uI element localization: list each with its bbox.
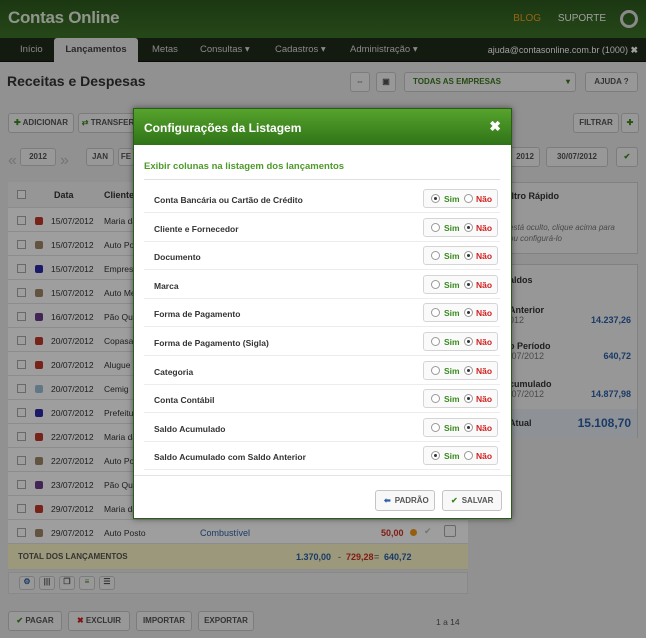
- radio-nao[interactable]: [464, 451, 473, 461]
- arrow-left-icon: ⬅: [384, 496, 391, 505]
- radio-nao[interactable]: [464, 365, 473, 375]
- radio-nao-label[interactable]: Não: [476, 337, 492, 347]
- radio-sim-label[interactable]: Sim: [444, 280, 460, 290]
- radio-nao-label[interactable]: Não: [476, 451, 492, 461]
- column-option-row: Conta Bancária ou Cartão de Crédito Sim Nã…: [144, 185, 500, 213]
- column-option-row: Saldo Acumulado com Saldo Anterior Sim Não: [144, 442, 500, 471]
- radio-sim-label[interactable]: Sim: [444, 394, 460, 404]
- column-option-label: Conta Contábil: [154, 395, 215, 406]
- check-icon: ✔: [451, 496, 458, 505]
- radio-sim[interactable]: [431, 365, 440, 375]
- column-option-label: Documento: [154, 252, 201, 263]
- radio-nao-label[interactable]: Não: [476, 280, 492, 290]
- radio-nao[interactable]: [464, 337, 473, 346]
- dialog-subtitle: Exibir colunas na listagem dos lançament…: [144, 161, 345, 172]
- dialog-header: Configurações da Listagem ✖: [134, 109, 511, 145]
- radio-nao-label[interactable]: Não: [476, 251, 492, 261]
- column-option-label: Forma de Pagamento: [154, 309, 241, 320]
- radio-nao-label[interactable]: Não: [476, 223, 492, 233]
- column-option-label: Cliente e Fornecedor: [154, 223, 239, 234]
- yes-no-radio-group: Sim Não: [423, 217, 498, 237]
- column-option-label: Forma de Pagamento (Sigla): [154, 338, 269, 348]
- column-option-row: Categoria Sim Não: [144, 357, 500, 385]
- column-option-row: Saldo Acumulado Sim Não: [144, 414, 500, 442]
- radio-sim-label[interactable]: Sim: [444, 451, 460, 461]
- subtitle-divider: [144, 179, 500, 180]
- yes-no-radio-group: Sim Não: [423, 389, 498, 409]
- column-option-row: Marca Sim Não: [144, 271, 500, 299]
- yes-no-radio-group: Sim Não: [423, 417, 498, 437]
- yes-no-radio-group: Sim Não: [423, 332, 498, 351]
- column-option-row: Forma de Pagamento (Sigla) Sim Não: [144, 328, 500, 356]
- radio-nao-label[interactable]: Não: [476, 366, 492, 376]
- radio-sim[interactable]: [431, 422, 440, 432]
- column-option-row: Forma de Pagamento Sim Não: [144, 299, 500, 328]
- radio-sim-label[interactable]: Sim: [444, 251, 460, 261]
- radio-nao[interactable]: [464, 251, 473, 261]
- radio-sim-label[interactable]: Sim: [444, 308, 460, 318]
- yes-no-radio-group: Sim Não: [423, 189, 498, 208]
- radio-sim[interactable]: [431, 279, 440, 289]
- yes-no-radio-group: Sim Não: [423, 274, 498, 294]
- yes-no-radio-group: Sim Não: [423, 246, 498, 266]
- radio-sim-label[interactable]: Sim: [444, 366, 460, 376]
- radio-sim[interactable]: [431, 337, 440, 346]
- radio-sim-label[interactable]: Sim: [444, 337, 460, 347]
- radio-nao-label[interactable]: Não: [476, 423, 492, 433]
- default-label: PADRÃO: [394, 496, 429, 505]
- yes-no-radio-group: Sim Não: [423, 360, 498, 380]
- radio-sim[interactable]: [431, 451, 440, 461]
- radio-nao[interactable]: [464, 279, 473, 289]
- radio-sim[interactable]: [431, 194, 440, 203]
- column-option-row: Documento Sim Não: [144, 242, 500, 271]
- radio-sim-label[interactable]: Sim: [444, 194, 460, 204]
- yes-no-radio-group: Sim Não: [423, 303, 498, 323]
- listing-settings-dialog: Configurações da Listagem ✖ Exibir colun…: [133, 108, 512, 519]
- radio-sim[interactable]: [431, 394, 440, 404]
- radio-nao-label[interactable]: Não: [476, 308, 492, 318]
- column-option-label: Marca: [154, 280, 179, 291]
- radio-nao[interactable]: [464, 194, 473, 203]
- column-option-label: Conta Bancária ou Cartão de Crédito: [154, 195, 303, 205]
- radio-nao[interactable]: [464, 394, 473, 404]
- radio-sim-label[interactable]: Sim: [444, 423, 460, 433]
- column-option-row: Cliente e Fornecedor Sim Não: [144, 214, 500, 242]
- radio-nao[interactable]: [464, 308, 473, 318]
- radio-nao-label[interactable]: Não: [476, 394, 492, 404]
- dialog-title: Configurações da Listagem: [144, 121, 302, 135]
- column-option-label: Saldo Acumulado com Saldo Anterior: [154, 452, 306, 463]
- footer-divider: [134, 475, 511, 476]
- radio-nao-label[interactable]: Não: [476, 194, 492, 204]
- column-option-label: Saldo Acumulado: [154, 423, 226, 434]
- save-button[interactable]: ✔ SALVAR: [442, 490, 502, 511]
- default-button[interactable]: ⬅ PADRÃO: [375, 490, 435, 511]
- radio-nao[interactable]: [464, 222, 473, 232]
- radio-sim[interactable]: [431, 251, 440, 261]
- radio-sim[interactable]: [431, 222, 440, 232]
- close-icon[interactable]: ✖: [489, 118, 501, 135]
- radio-sim-label[interactable]: Sim: [444, 223, 460, 233]
- yes-no-radio-group: Sim Não: [423, 446, 498, 466]
- column-option-label: Categoria: [154, 366, 194, 377]
- radio-sim[interactable]: [431, 308, 440, 318]
- save-label: SALVAR: [461, 496, 494, 505]
- radio-nao[interactable]: [464, 422, 473, 432]
- column-option-row: Conta Contábil Sim Não: [144, 385, 500, 414]
